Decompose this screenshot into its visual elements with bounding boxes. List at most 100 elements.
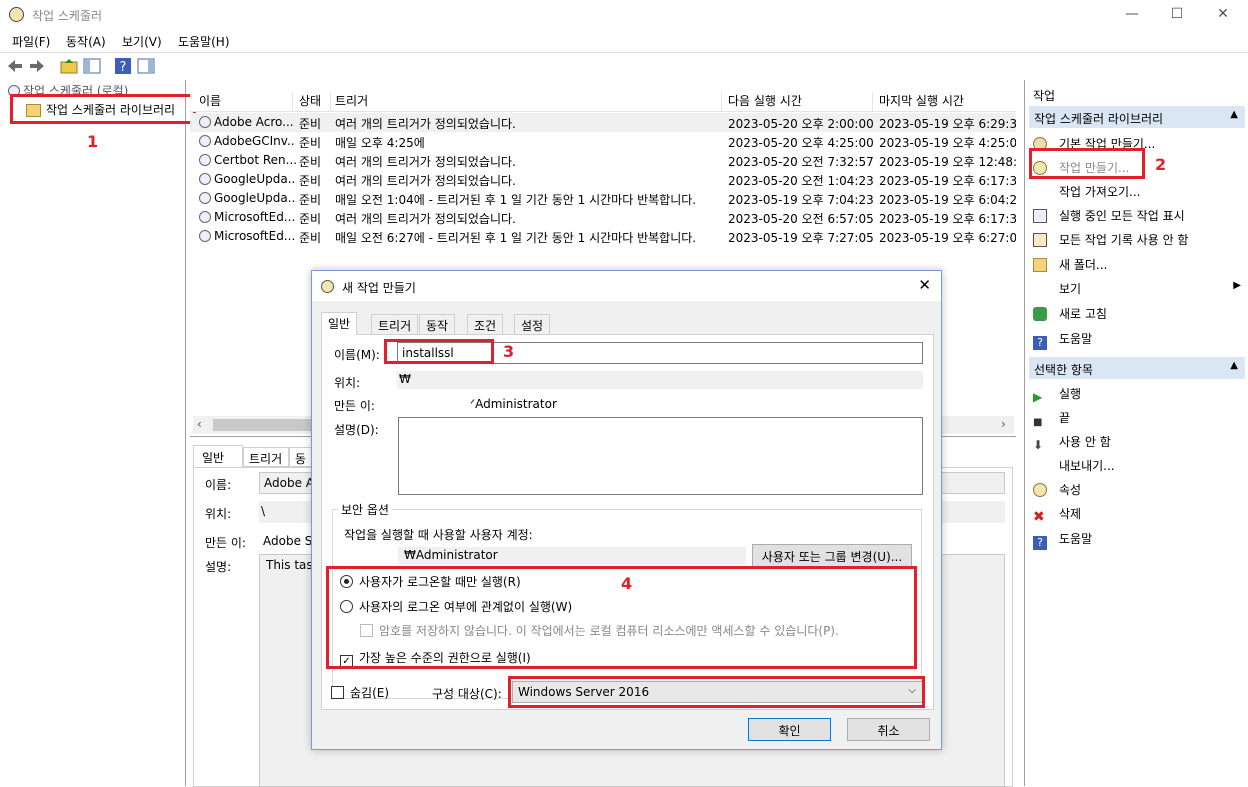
action-export[interactable]: 내보내기...: [1033, 457, 1115, 474]
checkbox-label: 숨김(E): [350, 686, 390, 700]
ok-button[interactable]: 확인: [748, 718, 831, 741]
col-last-run[interactable]: 마지막 실행 시간: [879, 92, 1016, 112]
cell-trigger: 매일 오전 1:04에 - 트리거된 후 1 일 기간 동안 1 시간마다 반복…: [335, 193, 697, 207]
scroll-left-icon[interactable]: ‹: [197, 417, 202, 431]
name-label: 이름(M):: [334, 348, 380, 362]
cell-trigger: 매일 오후 4:25에: [335, 136, 425, 150]
annotation-box-3: [384, 339, 494, 364]
action-refresh[interactable]: 새로 고침: [1033, 305, 1107, 322]
detail-name-label: 이름:: [205, 478, 232, 492]
cell-trigger: 여러 개의 트리거가 정의되었습니다.: [335, 212, 516, 226]
col-name[interactable]: 이름: [199, 92, 293, 112]
menu-file[interactable]: 파일(F): [12, 33, 50, 50]
col-trigger[interactable]: 트리거: [335, 92, 722, 112]
maximize-button[interactable]: ☐: [1167, 4, 1187, 24]
annotation-number-1: 1: [87, 132, 99, 151]
col-next-run[interactable]: 다음 실행 시간: [728, 92, 873, 112]
change-user-button[interactable]: 사용자 또는 그룹 변경(U)...: [752, 544, 912, 567]
show-hide-tree-icon[interactable]: [83, 57, 101, 75]
cell-last-run: 2023-05-19 오후 6:04:24: [879, 193, 1016, 207]
table-row[interactable]: Adobe Acro... 준비 여러 개의 트리거가 정의되었습니다. 202…: [190, 113, 1016, 132]
detail-tab-general[interactable]: 일반: [193, 445, 243, 467]
action-properties[interactable]: 속성: [1033, 481, 1081, 498]
toolbar: ?: [0, 52, 1248, 79]
minimize-button[interactable]: —: [1122, 4, 1142, 24]
tab-triggers[interactable]: 트리거: [371, 314, 419, 335]
action-help-selected[interactable]: ? 도움말: [1033, 530, 1092, 550]
actions-section-library[interactable]: 작업 스케줄러 라이브러리 ▲: [1029, 106, 1245, 128]
action-disable-history[interactable]: 모든 작업 기록 사용 안 함: [1033, 231, 1188, 248]
action-label: 작업 가져오기...: [1059, 185, 1141, 199]
blank-icon: [1033, 459, 1047, 473]
folder-up-icon[interactable]: [60, 57, 78, 75]
action-run[interactable]: ▶ 실행: [1033, 385, 1081, 404]
cell-status: 준비: [299, 231, 322, 245]
action-end[interactable]: ■ 끝: [1033, 409, 1070, 431]
action-label: 끝: [1059, 411, 1071, 425]
actions-section-selected[interactable]: 선택한 항목 ▲: [1029, 357, 1245, 379]
menu-action[interactable]: 동작(A): [66, 33, 106, 50]
action-import-task[interactable]: 작업 가져오기...: [1033, 183, 1141, 200]
checkbox-hidden[interactable]: 숨김(E): [331, 684, 389, 701]
help-icon: ?: [1033, 536, 1047, 550]
cell-last-run: 2023-05-19 오후 6:27:06: [879, 231, 1016, 245]
dialog-close-icon[interactable]: ✕: [918, 276, 931, 294]
history-icon: [1033, 233, 1047, 247]
list-icon: [1033, 209, 1047, 223]
author-value: ᐟAdministrator: [470, 397, 557, 411]
cell-trigger: 여러 개의 트리거가 정의되었습니다.: [335, 174, 516, 188]
collapse-icon[interactable]: ▲: [1230, 360, 1238, 371]
cell-next-run: 2023-05-20 오후 4:25:00: [728, 136, 874, 150]
close-button[interactable]: ✕: [1213, 4, 1233, 24]
detail-author-label: 만든 이:: [205, 536, 246, 550]
task-icon: [199, 154, 211, 166]
forward-arrow-icon[interactable]: [28, 57, 46, 75]
menu-view[interactable]: 보기(V): [122, 33, 162, 50]
show-action-pane-icon[interactable]: [137, 57, 155, 75]
action-label: 도움말: [1059, 532, 1093, 546]
tab-settings[interactable]: 설정: [514, 314, 551, 335]
description-input[interactable]: [398, 417, 923, 495]
action-help[interactable]: ? 도움말: [1033, 330, 1092, 350]
help-icon[interactable]: ?: [114, 57, 132, 75]
table-row[interactable]: GoogleUpda... 준비 매일 오전 1:04에 - 트리거된 후 1 …: [190, 189, 1016, 208]
detail-tab-action[interactable]: 동: [289, 447, 313, 467]
cell-name: GoogleUpda...: [214, 191, 296, 205]
col-status[interactable]: 상태: [299, 92, 331, 112]
scroll-right-icon[interactable]: ›: [1001, 417, 1006, 431]
table-row[interactable]: MicrosoftEd... 준비 여러 개의 트리거가 정의되었습니다. 20…: [190, 208, 1016, 227]
cell-last-run: 2023-05-19 오후 6:17:32: [879, 212, 1016, 226]
detail-location-label: 위치:: [205, 507, 232, 521]
help-icon: ?: [1033, 336, 1047, 350]
action-view[interactable]: 보기 ▶: [1033, 280, 1241, 297]
annotation-number-4: 4: [621, 574, 633, 593]
menu-help[interactable]: 도움말(H): [178, 33, 230, 50]
task-icon: [199, 173, 211, 185]
table-row[interactable]: Certbot Ren... 준비 여러 개의 트리거가 정의되었습니다. 20…: [190, 151, 1016, 170]
detail-desc-label: 설명:: [205, 560, 232, 574]
action-delete[interactable]: ✖ 삭제: [1033, 505, 1081, 524]
action-label: 모든 작업 기록 사용 안 함: [1059, 233, 1189, 247]
detail-tab-trigger[interactable]: 트리거: [243, 447, 289, 467]
cancel-button[interactable]: 취소: [847, 718, 930, 741]
table-row[interactable]: AdobeGCInv... 준비 매일 오후 4:25에 2023-05-20 …: [190, 132, 1016, 151]
task-icon: [199, 230, 211, 242]
action-label: 실행: [1059, 387, 1082, 401]
action-show-running[interactable]: 실행 중인 모든 작업 표시: [1033, 207, 1185, 224]
table-row[interactable]: GoogleUpda... 준비 여러 개의 트리거가 정의되었습니다. 202…: [190, 170, 1016, 189]
collapse-icon[interactable]: ▲: [1230, 109, 1238, 120]
cell-status: 준비: [299, 155, 322, 169]
tab-conditions[interactable]: 조건: [467, 314, 504, 335]
action-disable[interactable]: ⬇ 사용 안 함: [1033, 433, 1111, 452]
account-value: ₩Administrator: [398, 547, 746, 565]
tab-general[interactable]: 일반: [321, 312, 358, 335]
back-arrow-icon[interactable]: [6, 57, 24, 75]
description-label: 설명(D):: [334, 423, 379, 437]
action-new-folder[interactable]: 새 폴더...: [1033, 256, 1107, 273]
task-icon: [199, 192, 211, 204]
table-row[interactable]: MicrosoftEd... 준비 매일 오전 6:27에 - 트리거된 후 1…: [190, 227, 1016, 246]
annotation-box-config: [508, 676, 925, 708]
tab-actions[interactable]: 동작: [419, 314, 456, 335]
annotation-box-1: [10, 94, 196, 124]
location-label: 위치:: [334, 376, 361, 390]
